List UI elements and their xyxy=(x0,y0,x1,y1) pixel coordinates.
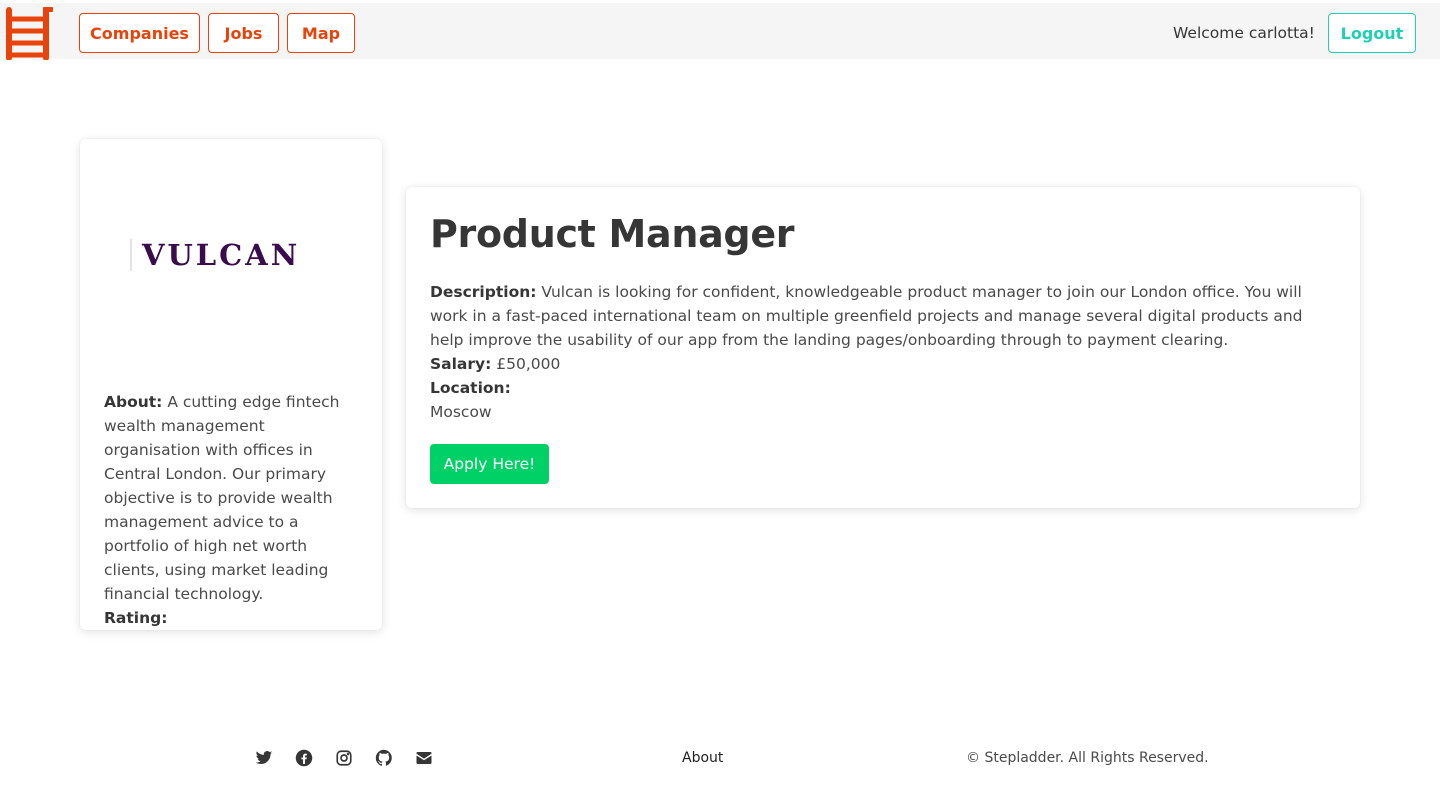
envelope-icon[interactable] xyxy=(415,749,433,767)
top-navbar: Companies Jobs Map Welcome carlotta! Log… xyxy=(0,0,1440,61)
location-value: Moscow xyxy=(430,403,492,421)
instagram-icon[interactable] xyxy=(335,749,353,767)
nav-map-button[interactable]: Map xyxy=(287,13,355,53)
company-about: About: A cutting edge fintech wealth man… xyxy=(104,390,364,630)
welcome-message: Welcome carlotta! xyxy=(1173,24,1315,42)
nav-companies-button[interactable]: Companies xyxy=(79,13,200,53)
apply-button[interactable]: Apply Here! xyxy=(430,444,549,484)
company-logo[interactable]: VULCAN xyxy=(130,235,332,275)
job-details: Description: Vulcan is looking for confi… xyxy=(430,280,1330,424)
job-card: Product Manager Description: Vulcan is l… xyxy=(406,187,1360,508)
salary-label: Salary: xyxy=(430,355,492,373)
company-card: VULCAN About: A cutting edge fintech wea… xyxy=(80,139,382,630)
company-logo-text: VULCAN xyxy=(141,238,300,272)
logout-button[interactable]: Logout xyxy=(1328,13,1416,53)
location-label: Location: xyxy=(430,379,511,397)
copyright-text: © Stepladder. All Rights Reserved. xyxy=(966,750,1209,766)
footer-about-link[interactable]: About xyxy=(682,750,723,766)
facebook-icon[interactable] xyxy=(295,749,313,767)
about-label: About: xyxy=(104,393,163,411)
github-icon[interactable] xyxy=(375,749,393,767)
job-title: Product Manager xyxy=(430,212,795,256)
home-logo[interactable] xyxy=(2,5,54,61)
ladder-icon xyxy=(6,7,53,61)
description-text: Vulcan is looking for confident, knowled… xyxy=(430,283,1303,349)
twitter-icon[interactable] xyxy=(255,749,273,767)
description-label: Description: xyxy=(430,283,537,301)
rating-label: Rating: xyxy=(104,609,168,627)
nav-jobs-button[interactable]: Jobs xyxy=(208,13,279,53)
salary-value: £50,000 xyxy=(496,355,561,373)
about-text: A cutting edge fintech wealth management… xyxy=(104,393,340,603)
